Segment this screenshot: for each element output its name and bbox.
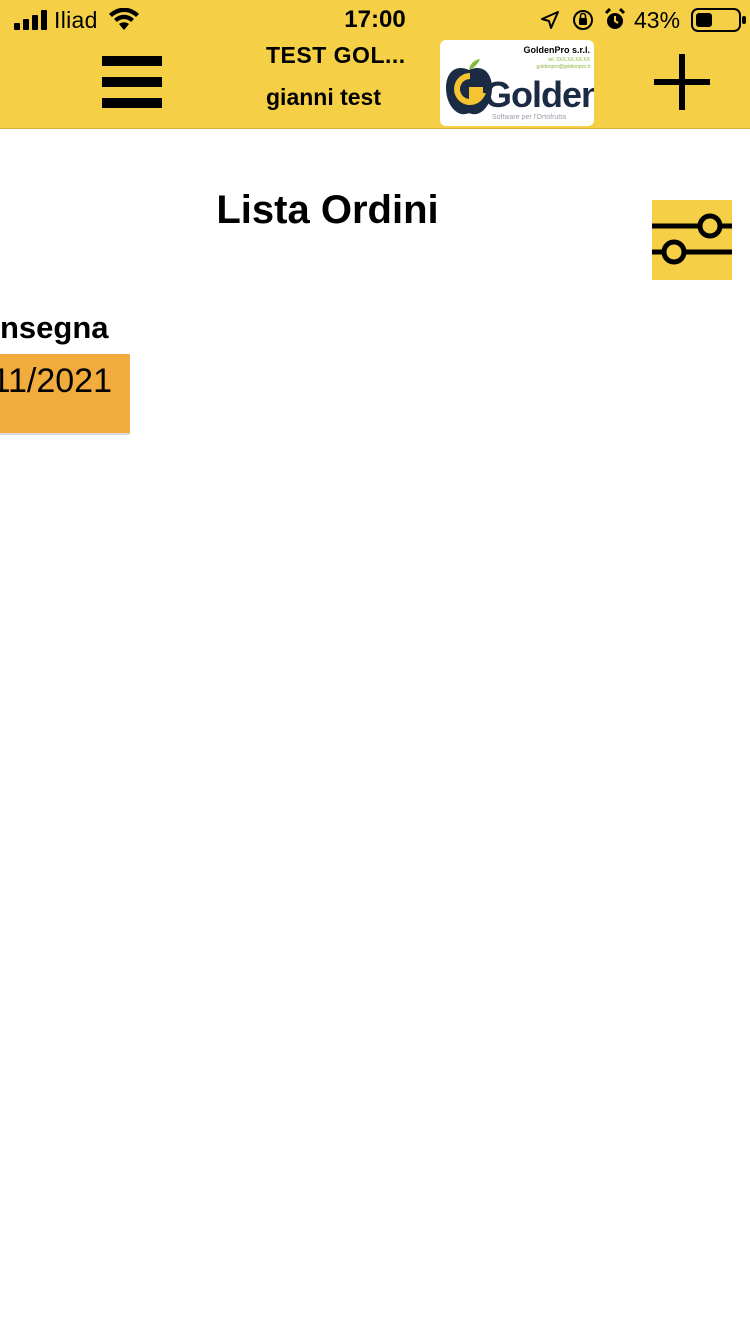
menu-bar-icon <box>102 98 162 108</box>
add-order-button[interactable] <box>652 52 712 112</box>
logo-tel: tel. 0XX.XX.XX.XX <box>548 57 590 63</box>
orientation-lock-icon <box>573 10 593 30</box>
table-row[interactable]: 11/2021 <box>0 354 130 435</box>
sliders-icon <box>652 213 732 265</box>
app-title: TEST GOL... <box>266 42 406 68</box>
delivery-date: 11/2021 <box>0 362 112 400</box>
golden-logo: GoldenPro s.r.l. tel. 0XX.XX.XX.XX golde… <box>440 40 594 126</box>
battery-percent: 43% <box>634 7 681 33</box>
logo-tagline: Software per l'Ortofrutta <box>492 114 567 121</box>
hamburger-menu-button[interactable] <box>98 52 166 112</box>
logo-email: goldenpro@goldenpro.it <box>536 64 590 70</box>
battery-icon <box>691 8 746 32</box>
menu-bar-icon <box>102 77 162 87</box>
filter-button[interactable] <box>652 200 732 280</box>
logo-company: GoldenPro s.r.l. <box>523 45 590 55</box>
page-title: Lista Ordini <box>216 188 439 232</box>
column-header-consegna: nsegna <box>0 310 109 345</box>
status-bar: Iliad 17:00 43% <box>0 0 750 40</box>
screen: Iliad 17:00 43% TEST GOL... gianni test … <box>0 0 750 1334</box>
logo-word: Golden <box>484 74 594 115</box>
plus-icon <box>679 54 685 110</box>
alarm-clock-icon <box>604 8 626 29</box>
app-subtitle: gianni test <box>266 84 382 110</box>
location-arrow-icon <box>541 11 559 29</box>
app-header: Iliad 17:00 43% TEST GOL... gianni test … <box>0 0 750 129</box>
menu-bar-icon <box>102 56 162 66</box>
